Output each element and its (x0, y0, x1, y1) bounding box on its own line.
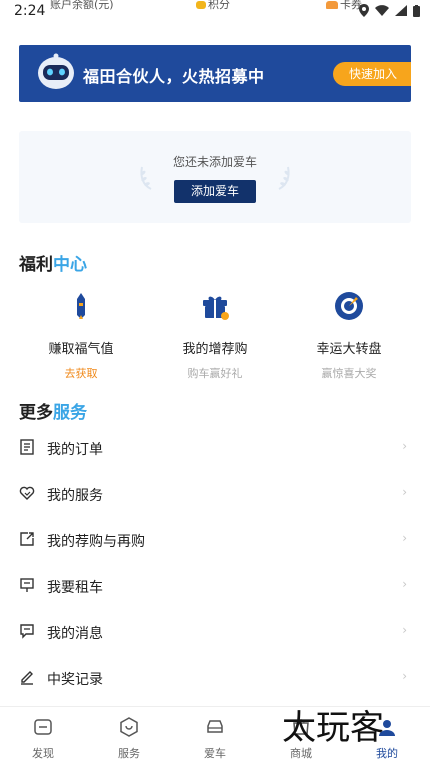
chevron-right-icon: › (402, 577, 407, 591)
welfare-item-earn-points[interactable]: 赚取福气值 去获取 (11, 290, 151, 381)
join-button[interactable]: 快速加入 (333, 62, 411, 86)
services-section-title: 更多服务 (19, 403, 87, 423)
nav-label: 商城 (290, 747, 312, 760)
service-item-referral-repurchase[interactable]: 我的荐购与再购 › (0, 517, 430, 563)
service-list: 我的订单 › 我的服务 › 我的荐购与再购 › 我要租车 › 我的消息 › 中奖… (0, 425, 430, 701)
welfare-sub: 去获取 (64, 367, 98, 380)
welfare-section-title: 福利中心 (19, 255, 87, 275)
welfare-item-referral[interactable]: 我的增荐购 购车赢好礼 (145, 290, 285, 381)
chevron-right-icon: › (402, 531, 407, 545)
welfare-grid: 赚取福气值 去获取 我的增荐购 购车赢好礼 幸运大转盘 赢惊喜大奖 (0, 290, 430, 380)
discover-icon (34, 719, 52, 735)
status-bar: 2:24 账户余额(元) 积分 卡券 (0, 0, 430, 24)
service-hexagon-icon (120, 717, 138, 737)
signal-icon (395, 5, 407, 16)
coin-icon (196, 1, 206, 9)
welfare-name: 赚取福气值 (48, 342, 114, 357)
no-car-text: 您还未添加爱车 (172, 155, 257, 169)
service-item-prize-records[interactable]: 中奖记录 › (0, 655, 430, 701)
service-label: 我的消息 (47, 626, 103, 642)
nav-tab-service[interactable]: 服务 (86, 707, 172, 764)
robot-mascot-icon (38, 53, 74, 89)
pen-record-icon (21, 671, 33, 685)
bottom-nav: 发现 服务 爱车 商城 我的 (0, 706, 430, 764)
service-label: 中奖记录 (47, 672, 103, 688)
welfare-item-lucky-wheel[interactable]: 幸运大转盘 赢惊喜大奖 (279, 290, 419, 381)
message-icon (20, 624, 34, 639)
service-label: 我要租车 (47, 580, 103, 596)
welfare-name: 幸运大转盘 (316, 342, 382, 357)
nav-tab-mall[interactable]: 商城 (258, 707, 344, 764)
welfare-sub: 购车赢好礼 (187, 367, 243, 380)
system-icons (359, 4, 420, 17)
profile-icon (379, 720, 395, 736)
welfare-sub: 赢惊喜大奖 (321, 367, 377, 380)
rental-sign-icon (20, 578, 34, 592)
nav-tab-discover[interactable]: 发现 (0, 707, 86, 764)
chevron-right-icon: › (402, 623, 407, 637)
share-icon (20, 532, 34, 546)
service-item-orders[interactable]: 我的订单 › (0, 425, 430, 471)
gift-icon (203, 296, 229, 320)
lucky-wheel-icon (335, 292, 363, 320)
welfare-name: 我的增荐购 (182, 342, 248, 357)
service-item-messages[interactable]: 我的消息 › (0, 609, 430, 655)
chevron-right-icon: › (402, 485, 407, 499)
nav-label: 我的 (376, 747, 398, 760)
service-label: 我的订单 (47, 442, 103, 458)
coupon-icon (326, 1, 338, 9)
nav-tab-car[interactable]: 爱车 (172, 707, 258, 764)
car-icon (207, 720, 223, 733)
order-list-icon (20, 439, 34, 455)
chevron-right-icon: › (402, 439, 407, 453)
location-icon (359, 4, 369, 17)
nav-label: 发现 (32, 747, 54, 760)
service-item-services[interactable]: 我的服务 › (0, 471, 430, 517)
heart-hand-icon (19, 486, 35, 500)
banner-title: 福田合伙人，火热招募中 (83, 67, 265, 86)
battery-icon (413, 4, 420, 17)
points-label: 积分 (196, 0, 230, 12)
pen-icon (77, 293, 85, 319)
service-item-rent-car[interactable]: 我要租车 › (0, 563, 430, 609)
partner-banner[interactable]: 福田合伙人，火热招募中 快速加入 (19, 45, 411, 102)
nav-tab-mine[interactable]: 我的 (344, 707, 430, 764)
wifi-icon (375, 5, 389, 16)
nav-label: 爱车 (204, 747, 226, 760)
nav-label: 服务 (118, 747, 140, 760)
chevron-right-icon: › (402, 669, 407, 683)
add-car-button[interactable]: 添加爱车 (174, 180, 256, 203)
coupon-label: 卡券 (326, 0, 362, 12)
my-car-card: 您还未添加爱车 添加爱车 (19, 131, 411, 223)
status-time: 2:24 (14, 3, 46, 19)
service-label: 我的荐购与再购 (47, 534, 145, 550)
mall-icon (293, 719, 309, 735)
service-label: 我的服务 (47, 488, 103, 504)
account-balance-label: 账户余额(元) (50, 0, 114, 11)
